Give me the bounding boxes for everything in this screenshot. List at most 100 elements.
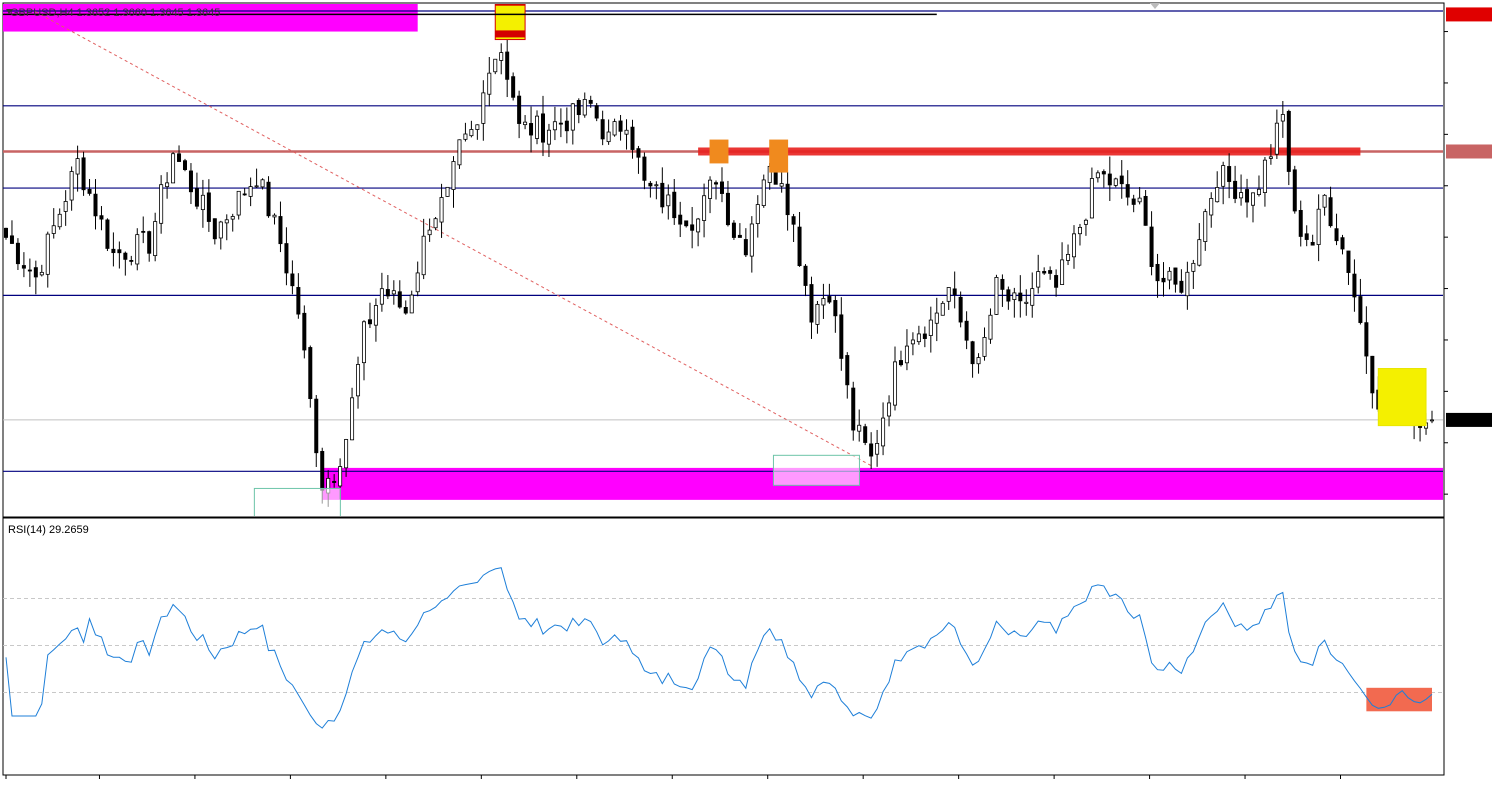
candle-body[interactable] — [648, 182, 653, 187]
candle-body[interactable] — [266, 181, 271, 217]
candle-body[interactable] — [845, 355, 850, 386]
candle-body[interactable] — [1125, 184, 1130, 198]
candle-body[interactable] — [409, 294, 414, 314]
candle-body[interactable] — [1203, 211, 1208, 242]
candle-body[interactable] — [505, 51, 510, 80]
candle-body[interactable] — [1119, 175, 1124, 185]
candle-body[interactable] — [260, 179, 265, 188]
candle-body[interactable] — [1095, 172, 1100, 179]
candle-body[interactable] — [218, 221, 223, 239]
candle-body[interactable] — [1221, 165, 1226, 187]
candle-body[interactable] — [1042, 271, 1047, 274]
candle-body[interactable] — [379, 288, 384, 305]
candle-body[interactable] — [1316, 208, 1321, 245]
candle-body[interactable] — [779, 183, 784, 187]
candle-body[interactable] — [182, 160, 187, 171]
candle-body[interactable] — [982, 337, 987, 357]
candle-body[interactable] — [236, 190, 241, 216]
candle-body[interactable] — [809, 284, 814, 323]
candle-body[interactable] — [857, 424, 862, 432]
candle-body[interactable] — [224, 219, 229, 224]
candle-body[interactable] — [546, 129, 551, 145]
candle-body[interactable] — [898, 360, 903, 366]
chart-svg[interactable]: GBPUSD,H4 1.3652 1.3660 1.3645 1.3645 RS… — [0, 0, 1494, 794]
candle-body[interactable] — [761, 179, 766, 206]
candle-body[interactable] — [4, 227, 9, 238]
candle-body[interactable] — [725, 192, 730, 226]
candle-body[interactable] — [696, 218, 701, 233]
candle-body[interactable] — [803, 265, 808, 286]
price-annotation-box[interactable] — [253, 487, 341, 518]
candle-body[interactable] — [284, 243, 289, 274]
candle-body[interactable] — [958, 296, 963, 323]
candle-body[interactable] — [1304, 233, 1309, 240]
candle-body[interactable] — [1143, 195, 1148, 226]
candle-body[interactable] — [893, 361, 898, 406]
candle-body[interactable] — [517, 95, 522, 124]
candle-body[interactable] — [1256, 188, 1261, 195]
candle-body[interactable] — [141, 230, 146, 233]
candle-body[interactable] — [755, 204, 760, 225]
candle-body[interactable] — [1191, 262, 1196, 272]
candle-body[interactable] — [523, 121, 528, 126]
candle-body[interactable] — [910, 339, 915, 345]
candle-body[interactable] — [200, 194, 205, 211]
candle-body[interactable] — [1131, 198, 1136, 205]
candle-body[interactable] — [934, 312, 939, 324]
candle-body[interactable] — [350, 397, 355, 441]
candle-body[interactable] — [1155, 263, 1160, 282]
candle-body[interactable] — [1328, 197, 1333, 227]
double-top-marker[interactable] — [709, 139, 729, 164]
candle-body[interactable] — [105, 219, 110, 249]
candle-body[interactable] — [296, 287, 301, 315]
candle-body[interactable] — [338, 466, 343, 487]
candle-body[interactable] — [1137, 197, 1142, 203]
candle-body[interactable] — [177, 153, 182, 162]
candle-body[interactable] — [278, 216, 283, 245]
candle-body[interactable] — [1274, 122, 1279, 155]
candle-body[interactable] — [1197, 239, 1202, 266]
candle-body[interactable] — [666, 194, 671, 207]
candle-body[interactable] — [15, 242, 20, 265]
candle-body[interactable] — [1346, 250, 1351, 273]
candle-body[interactable] — [970, 341, 975, 365]
candle-body[interactable] — [1161, 277, 1166, 283]
candle-body[interactable] — [344, 439, 349, 469]
candle-body[interactable] — [851, 387, 856, 431]
candle-body[interactable] — [188, 170, 193, 193]
candle-body[interactable] — [153, 221, 158, 257]
candle-body[interactable] — [690, 224, 695, 231]
candle-body[interactable] — [75, 158, 80, 175]
candle-body[interactable] — [248, 186, 253, 197]
candle-body[interactable] — [570, 103, 575, 131]
candle-body[interactable] — [875, 443, 880, 455]
candle-body[interactable] — [1215, 187, 1220, 203]
rsi-panel[interactable] — [2, 517, 1445, 776]
candle-body[interactable] — [475, 124, 480, 130]
candle-body[interactable] — [564, 120, 569, 132]
candle-body[interactable] — [135, 234, 140, 265]
candle-body[interactable] — [165, 182, 170, 188]
candle-body[interactable] — [469, 129, 474, 137]
double-top-marker[interactable] — [769, 139, 789, 173]
candle-body[interactable] — [928, 319, 933, 336]
price-panel[interactable] — [2, 2, 1445, 518]
candle-body[interactable] — [1167, 270, 1172, 281]
candle-body[interactable] — [254, 185, 259, 188]
candle-body[interactable] — [1060, 259, 1065, 285]
candle-body[interactable] — [1340, 237, 1345, 250]
candle-body[interactable] — [385, 289, 390, 297]
candle-body[interactable] — [487, 72, 492, 95]
candle-body[interactable] — [1101, 171, 1106, 175]
candle-body[interactable] — [117, 249, 122, 254]
candle-body[interactable] — [81, 157, 86, 191]
candle-body[interactable] — [863, 426, 868, 443]
candle-body[interactable] — [373, 305, 378, 326]
candle-body[interactable] — [743, 239, 748, 256]
candle-body[interactable] — [952, 288, 957, 295]
candle-body[interactable] — [39, 271, 44, 276]
candle-body[interactable] — [630, 126, 635, 150]
candle-body[interactable] — [63, 201, 68, 212]
candle-body[interactable] — [45, 233, 50, 275]
candle-body[interactable] — [1072, 233, 1077, 258]
